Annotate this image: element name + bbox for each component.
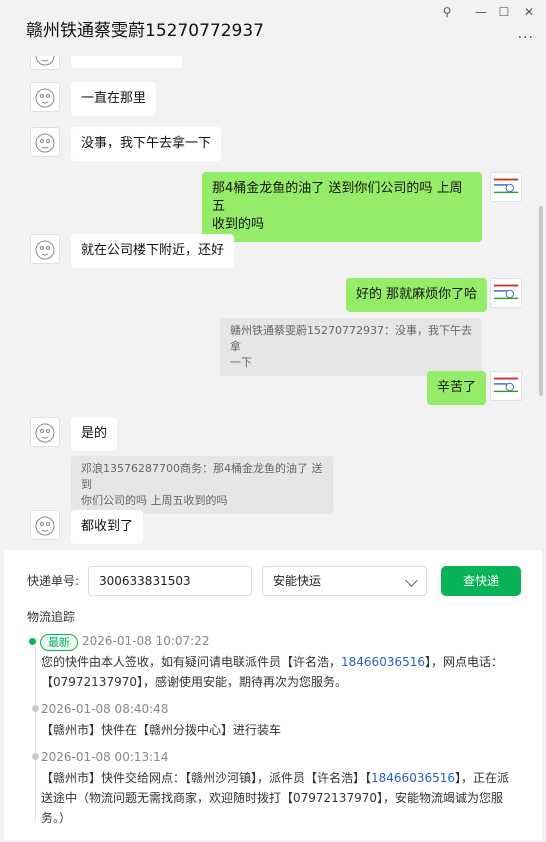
title-bar: 赣州铁通蔡雯蔚15270772937 ⚲ — ☐ ✕ ··· [0,0,546,56]
maximize-icon[interactable]: ☐ [494,4,514,20]
message-line: 那4桶金龙鱼的油了 送到你们公司的吗 上周五 [212,181,463,214]
quote-line: 赣州铁通蔡雯蔚15270772937：没事，我下午去拿 [230,324,472,353]
quote-line: 邓浪13576287700商务：那4桶金龙鱼的油了 送到 [81,462,323,491]
contact-avatar[interactable] [30,82,60,112]
quote-line: 一下 [230,356,252,369]
chevron-down-icon [405,574,418,587]
courier-phone-link[interactable]: 18466036516 [371,771,455,785]
query-express-button[interactable]: 查快递 [441,566,521,596]
message-bubble-incoming[interactable]: 都收到了 [71,510,144,544]
chat-title: 赣州铁通蔡雯蔚15270772937 [26,21,264,41]
my-avatar[interactable] [490,172,522,202]
message-bubble-incoming[interactable]: 一直在那里 [71,82,157,116]
more-options-icon[interactable]: ··· [518,30,534,46]
event-time: 2026-01-08 00:13:14 [41,750,169,764]
timeline-dot-latest [29,638,36,645]
message-bubble-incoming[interactable]: 是的 [71,417,118,451]
chat-history[interactable]: 嗯嗯，好的谢谢 一直在那里 没事，我下午去拿一下 那4桶金龙鱼的油了 送到你们公… [0,56,546,550]
express-tracker-panel: 快递单号: 300633831503 安能快运 查快递 物流追踪 最新 2026… [4,550,542,840]
courier-phone-link[interactable]: 18466036516 [341,655,425,669]
timeline-dot [32,705,39,712]
event-time: 2026-01-08 08:40:48 [41,702,169,716]
quote-line: 你们公司的吗 上周五收到的吗 [81,494,228,507]
message-bubble-outgoing[interactable]: 那4桶金龙鱼的油了 送到你们公司的吗 上周五 收到的吗 [202,172,482,242]
courier-select[interactable]: 安能快运 [262,566,427,596]
event-time: 2026-01-08 10:07:22 [82,634,210,648]
quoted-message[interactable]: 赣州铁通蔡雯蔚15270772937：没事，我下午去拿 一下 [220,318,482,376]
tracking-number-input[interactable]: 300633831503 [88,566,252,596]
contact-avatar[interactable] [30,127,60,157]
message-bubble-incoming[interactable]: 嗯嗯，好的谢谢 [71,56,183,68]
contact-avatar[interactable] [30,417,60,447]
message-line: 收到的吗 [212,217,265,232]
my-avatar[interactable] [490,371,522,401]
message-bubble-incoming[interactable]: 就在公司楼下附近，还好 [71,234,235,268]
message-bubble-outgoing[interactable]: 好的 那就麻烦你了哈 [346,278,488,312]
quoted-message[interactable]: 邓浪13576287700商务：那4桶金龙鱼的油了 送到 你们公司的吗 上周五收… [71,456,333,514]
close-icon[interactable]: ✕ [519,4,539,20]
event-description: 【赣州市】快件在【赣州分拨中心】进行装车 [41,723,282,737]
tracking-number-label: 快递单号: [27,574,80,588]
my-avatar[interactable] [490,278,522,308]
contact-avatar[interactable] [30,510,60,540]
courier-select-value: 安能快运 [273,574,322,588]
event-description: 您的快件由本人签收，如有疑问请电联派件员【许名浩，18466036516】，网点… [41,655,504,689]
contact-avatar[interactable] [30,234,60,264]
pin-icon[interactable]: ⚲ [437,4,457,20]
contact-avatar[interactable] [30,56,60,70]
minimize-icon[interactable]: — [471,4,491,20]
tracking-section-title: 物流追踪 [27,610,76,624]
latest-badge: 最新 [40,634,78,651]
message-bubble-outgoing[interactable]: 辛苦了 [427,371,487,405]
message-bubble-incoming[interactable]: 没事，我下午去拿一下 [71,127,222,161]
chat-scrollbar[interactable] [539,206,543,396]
event-description: 【赣州市】快件交给网点：【赣州沙河镇】，派件员【许名浩】【18466036516… [41,771,510,825]
timeline-line [35,646,36,821]
timeline-dot [32,753,39,760]
